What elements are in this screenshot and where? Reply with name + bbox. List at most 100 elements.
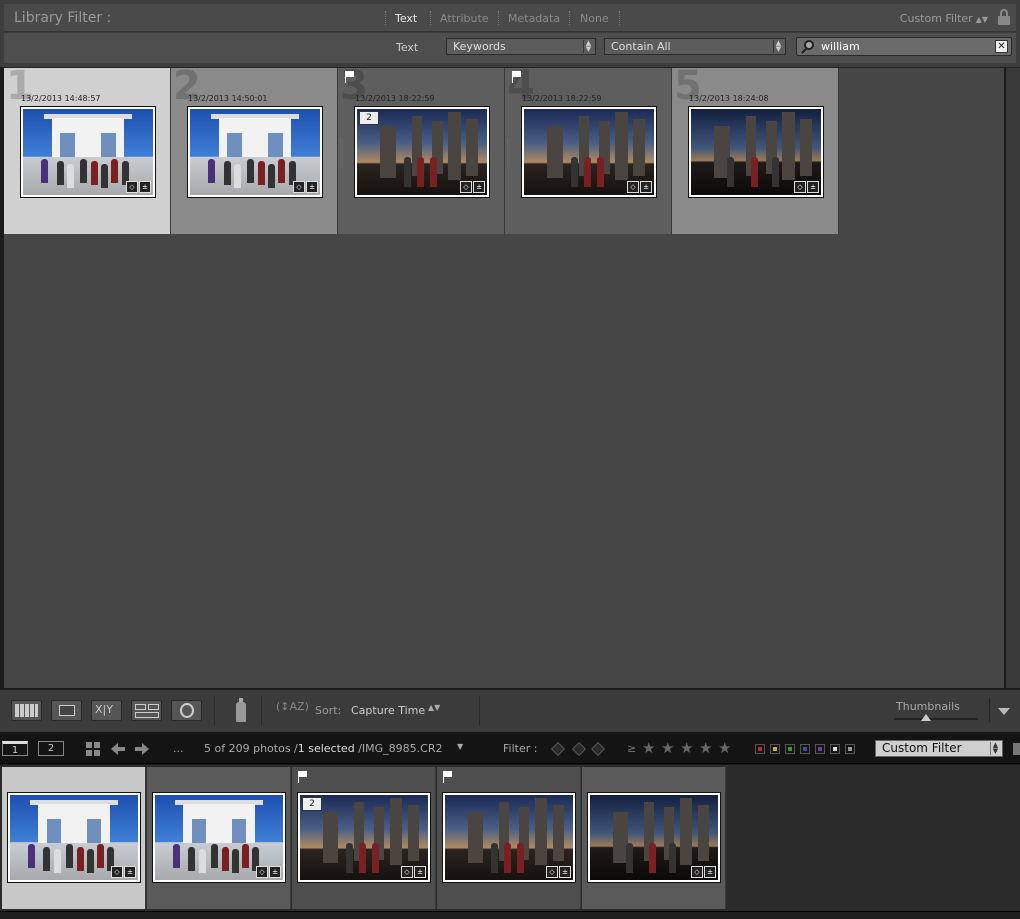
develop-adjusted-icon[interactable]: ± bbox=[807, 181, 819, 193]
color-label-filter[interactable] bbox=[800, 744, 810, 754]
filmstrip-thumbnail[interactable]: 2 ◇ ± bbox=[297, 792, 431, 883]
primary-window-button[interactable]: 1 bbox=[2, 741, 28, 756]
filmstrip-filter-select[interactable]: Custom Filter ▲ ▼ bbox=[875, 740, 1003, 757]
filmstrip-thumbnail[interactable]: ◇ ± bbox=[587, 792, 721, 883]
back-arrow-icon[interactable] bbox=[111, 742, 125, 756]
loupe-view-button[interactable] bbox=[51, 700, 82, 721]
thumbnail-size-slider[interactable] bbox=[894, 714, 978, 721]
slider-handle[interactable] bbox=[920, 714, 931, 721]
star-rating-icon[interactable]: ★ bbox=[718, 739, 731, 757]
sort-order-dropdown[interactable]: Capture Time bbox=[351, 704, 425, 717]
develop-adjusted-icon[interactable]: ± bbox=[704, 866, 716, 878]
star-rating-icon[interactable]: ★ bbox=[661, 739, 674, 757]
sort-direction-icon[interactable]: (↕AZ) bbox=[276, 700, 309, 713]
stack-count-badge[interactable]: 2 bbox=[302, 797, 322, 811]
filmstrip-thumbnail[interactable]: ◇ ± bbox=[442, 792, 576, 883]
keyword-tag-icon[interactable]: ◇ bbox=[794, 181, 806, 193]
grid-icon[interactable] bbox=[86, 742, 100, 756]
toolbar-menu-chevron-icon[interactable] bbox=[989, 698, 1017, 722]
photo-thumbnail[interactable]: ◇ ± bbox=[521, 106, 657, 198]
people-view-button[interactable] bbox=[171, 700, 202, 721]
photo-thumbnail[interactable]: 2 ◇ ± bbox=[354, 106, 490, 198]
flag-filter-unflagged-icon[interactable] bbox=[571, 741, 587, 757]
filmstrip[interactable]: ◇ ± ◇ ±2 ◇ ± ◇ ± ◇ ± bbox=[0, 765, 1020, 911]
keyword-tag-icon[interactable]: ◇ bbox=[111, 866, 123, 878]
filmstrip-cell[interactable]: 2 ◇ ± bbox=[292, 767, 436, 909]
develop-adjusted-icon[interactable]: ± bbox=[306, 181, 318, 193]
keyword-tag-icon[interactable]: ◇ bbox=[691, 866, 703, 878]
pick-flag-icon[interactable] bbox=[443, 771, 453, 783]
photo-grid[interactable]: 1 13/2/2013 14:48:57 ◇ ±2 13/2/2013 14:50:01… bbox=[4, 66, 1006, 688]
grid-view-button[interactable] bbox=[11, 700, 42, 721]
grid-cell[interactable]: 1 13/2/2013 14:48:57 ◇ ± bbox=[4, 66, 171, 234]
search-field-select[interactable]: Keywords ▲ ▼ bbox=[446, 38, 596, 55]
survey-view-button[interactable] bbox=[131, 700, 162, 721]
search-icon[interactable] bbox=[801, 40, 815, 54]
develop-adjusted-icon[interactable]: ± bbox=[640, 181, 652, 193]
pick-flag-icon[interactable] bbox=[298, 771, 308, 783]
color-label-filter[interactable] bbox=[815, 744, 825, 754]
stack-edge-indicator[interactable] bbox=[507, 138, 510, 168]
develop-adjusted-icon[interactable]: ± bbox=[124, 866, 136, 878]
stack-edge-indicator[interactable] bbox=[340, 138, 343, 168]
grid-cell[interactable]: 4 13/2/2013 18:22:59 ◇ ± bbox=[505, 66, 672, 234]
keyword-tag-icon[interactable]: ◇ bbox=[126, 181, 138, 193]
compare-view-button[interactable]: X|Y bbox=[91, 700, 122, 721]
filmstrip-cell[interactable]: ◇ ± bbox=[2, 767, 146, 909]
filter-lock-icon[interactable] bbox=[1013, 743, 1020, 755]
clear-search-icon[interactable]: ✕ bbox=[995, 40, 1008, 53]
color-label-filter[interactable] bbox=[770, 744, 780, 754]
search-input-value[interactable]: william bbox=[821, 40, 860, 53]
star-rating-icon[interactable]: ★ bbox=[642, 739, 655, 757]
rating-comparison-icon[interactable]: ≥ bbox=[627, 742, 636, 755]
develop-adjusted-icon[interactable]: ± bbox=[414, 866, 426, 878]
grid-cell[interactable]: 3 13/2/2013 18:22:59 2 ◇ ± bbox=[338, 66, 505, 234]
filmstrip-cell[interactable]: ◇ ± bbox=[582, 767, 726, 909]
dropdown-arrows-icon[interactable]: ▲▼ bbox=[428, 703, 440, 712]
color-label-filter[interactable] bbox=[830, 744, 840, 754]
filmstrip-thumbnail[interactable]: ◇ ± bbox=[7, 792, 141, 883]
color-label-filter[interactable] bbox=[785, 744, 795, 754]
develop-adjusted-icon[interactable]: ± bbox=[559, 866, 571, 878]
keyword-tag-icon[interactable]: ◇ bbox=[546, 866, 558, 878]
stack-count-badge[interactable]: 2 bbox=[359, 111, 379, 125]
keyword-tag-icon[interactable]: ◇ bbox=[627, 181, 639, 193]
star-rating-icon[interactable]: ★ bbox=[699, 739, 712, 757]
pick-flag-icon[interactable] bbox=[345, 71, 355, 83]
keyword-tag-icon[interactable]: ◇ bbox=[293, 181, 305, 193]
flag-filter-picked-icon[interactable] bbox=[550, 741, 566, 757]
grid-scrollbar[interactable] bbox=[1006, 68, 1020, 688]
flag-filter-rejected-icon[interactable] bbox=[590, 741, 606, 757]
grid-cell[interactable]: 5 13/2/2013 18:24:08 ◇ ± bbox=[672, 66, 839, 234]
filmstrip-cell[interactable]: ◇ ± bbox=[147, 767, 291, 909]
filmstrip-cell[interactable]: ◇ ± bbox=[437, 767, 581, 909]
keyword-tag-icon[interactable]: ◇ bbox=[460, 181, 472, 193]
photo-thumbnail[interactable]: ◇ ± bbox=[187, 106, 323, 198]
filmstrip-scrollbar[interactable] bbox=[0, 911, 1020, 919]
color-label-filter[interactable] bbox=[845, 744, 855, 754]
keyword-tag-icon[interactable]: ◇ bbox=[256, 866, 268, 878]
develop-adjusted-icon[interactable]: ± bbox=[473, 181, 485, 193]
forward-arrow-icon[interactable] bbox=[135, 742, 149, 756]
tab-none[interactable]: None bbox=[580, 12, 609, 25]
chevron-down-icon[interactable]: ▼ bbox=[457, 742, 463, 751]
grid-cell[interactable]: 2 13/2/2013 14:50:01 ◇ ± bbox=[171, 66, 338, 234]
tab-text[interactable]: Text bbox=[395, 12, 417, 25]
star-rating-icon[interactable]: ★ bbox=[680, 739, 693, 757]
keyword-tag-icon[interactable]: ◇ bbox=[401, 866, 413, 878]
painter-spray-can-icon[interactable] bbox=[234, 698, 248, 722]
secondary-window-button[interactable]: 2 bbox=[38, 741, 64, 756]
develop-adjusted-icon[interactable]: ± bbox=[139, 181, 151, 193]
photo-thumbnail[interactable]: ◇ ± bbox=[688, 106, 824, 198]
filter-preset-dropdown[interactable]: Custom Filter ▲▼ bbox=[900, 12, 988, 25]
color-label-filter[interactable] bbox=[755, 744, 765, 754]
pick-flag-icon[interactable] bbox=[512, 71, 522, 83]
tab-attribute[interactable]: Attribute bbox=[440, 12, 489, 25]
photo-count[interactable]: 5 of 209 photos /1 selected /IMG_8985.CR… bbox=[204, 742, 442, 755]
search-rule-select[interactable]: Contain All ▲ ▼ bbox=[604, 38, 786, 55]
develop-adjusted-icon[interactable]: ± bbox=[269, 866, 281, 878]
source-path[interactable]: ... bbox=[173, 742, 184, 755]
photo-thumbnail[interactable]: ◇ ± bbox=[20, 106, 156, 198]
tab-metadata[interactable]: Metadata bbox=[508, 12, 560, 25]
filmstrip-thumbnail[interactable]: ◇ ± bbox=[152, 792, 286, 883]
